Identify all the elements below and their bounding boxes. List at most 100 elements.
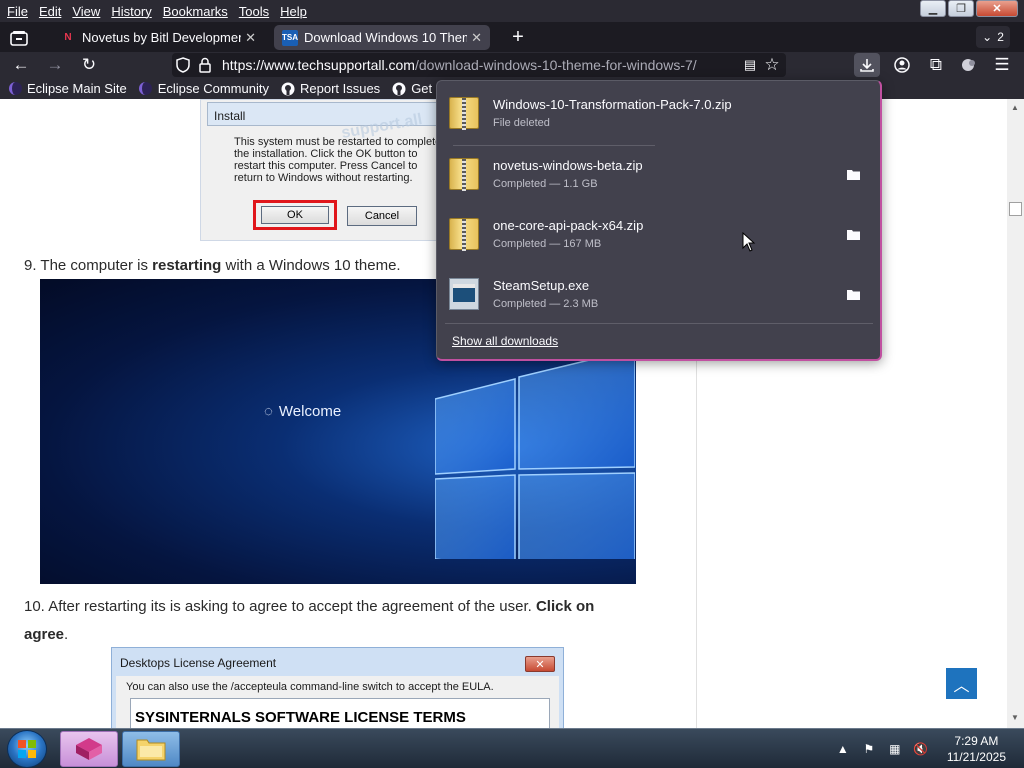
install-dialog-screenshot: Install support.all This system must be … (200, 99, 451, 241)
arrow-right-icon: → (46, 55, 64, 74)
step-text: After restarting its is asking to agree … (48, 598, 536, 615)
new-tab-button[interactable]: + (506, 26, 530, 48)
volume-muted-icon[interactable]: 🔇 (913, 741, 929, 757)
scrollbar-thumb[interactable] (1009, 202, 1022, 216)
zip-file-icon (449, 158, 479, 191)
show-in-folder-button[interactable] (841, 222, 865, 246)
url-bar[interactable]: https://www.techsupportall.com/download-… (172, 53, 786, 77)
account-button[interactable] (889, 53, 915, 77)
menu-help[interactable]: Help (276, 4, 311, 19)
clock-time: 7:29 AM (954, 734, 999, 748)
extensions-button[interactable]: ⧉ (923, 53, 949, 77)
tab-techsupportall[interactable]: TSA Download Windows 10 Theme I ✕ (274, 25, 490, 50)
license-close-icon: ✕ (525, 656, 555, 672)
network-icon[interactable]: ▦ (887, 741, 903, 757)
bookmark-label: Eclipse Main Site (27, 81, 127, 96)
welcome-text: Welcome (278, 403, 342, 420)
app-cube-icon (76, 738, 102, 760)
eclipse-icon (139, 82, 153, 96)
system-tray: ▲ ⚑ ▦ 🔇 7:29 AM 11/21/2025 (835, 729, 1006, 768)
menu-bookmarks[interactable]: Bookmarks (159, 4, 232, 19)
clock[interactable]: 7:29 AM 11/21/2025 (947, 733, 1006, 765)
menu-view[interactable]: View (68, 4, 104, 19)
action-center-flag-icon[interactable]: ⚑ (861, 741, 877, 757)
step-number: 9. (24, 257, 37, 274)
minimize-button[interactable]: ▁ (920, 0, 946, 17)
back-button[interactable]: ← (8, 53, 34, 77)
app-menu-button[interactable]: ☰ (989, 53, 1015, 77)
url-host: https://www.techsupportall.com (222, 57, 415, 73)
show-hidden-icons-icon[interactable]: ▲ (835, 741, 851, 757)
folder-icon (846, 229, 860, 240)
ok-button-highlight: OK (253, 200, 337, 230)
step-text-end: with a Windows 10 theme. (221, 257, 401, 274)
bookmark-eclipse-community[interactable]: Eclipse Community (139, 81, 269, 96)
zip-file-icon (449, 218, 479, 251)
shield-icon[interactable] (172, 57, 194, 73)
bookmark-star-button[interactable]: ☆ (759, 53, 785, 77)
download-item-novetus[interactable]: novetus-windows-beta.zip Completed — 1.1… (445, 146, 875, 202)
bookmark-label: Eclipse Community (157, 81, 269, 96)
minimize-icon: ▁ (928, 3, 938, 15)
install-dialog-message: This system must be restarted to complet… (234, 136, 442, 184)
download-filename: SteamSetup.exe (493, 278, 590, 293)
menu-tools[interactable]: Tools (235, 4, 273, 19)
reload-icon: ↻ (81, 55, 97, 74)
close-tab-icon[interactable]: ✕ (471, 30, 482, 46)
license-note: You can also use the /accepteula command… (126, 681, 494, 693)
download-status: Completed — 1.1 GB (493, 178, 598, 190)
chevron-up-icon: ︿ (953, 677, 970, 695)
zip-file-icon (449, 97, 479, 130)
page-scrollbar[interactable]: ▲ ▼ (1007, 99, 1024, 728)
exe-file-icon (449, 278, 479, 310)
scroll-down-arrow-icon[interactable]: ▼ (1011, 713, 1019, 722)
reload-button[interactable]: ↻ (76, 53, 102, 77)
navigation-toolbar: ← → ↻ https://www.techsupportall.com/dow… (0, 52, 1024, 78)
lock-icon[interactable] (194, 57, 216, 73)
tab-title: Novetus by Bitl Development St (82, 30, 241, 45)
download-item-win10-pack[interactable]: Windows-10-Transformation-Pack-7.0.zip F… (445, 85, 875, 141)
download-item-one-core-api[interactable]: one-core-api-pack-x64.zip Completed — 16… (445, 206, 875, 262)
step-9-text: 9. The computer is restarting with a Win… (24, 252, 401, 280)
bookmark-eclipse-main[interactable]: Eclipse Main Site (8, 81, 127, 96)
windows-start-icon (18, 740, 36, 758)
extension-addon-button[interactable] (956, 53, 982, 77)
show-in-folder-button[interactable] (841, 282, 865, 306)
url-text[interactable]: https://www.techsupportall.com/download-… (222, 57, 697, 73)
spinner-icon: ◌ (264, 403, 273, 420)
menu-edit[interactable]: Edit (35, 4, 65, 19)
github-icon (392, 82, 406, 96)
download-item-steamsetup[interactable]: SteamSetup.exe Completed — 2.3 MB (445, 266, 875, 322)
step-number: 10. (24, 598, 45, 615)
download-status: Completed — 2.3 MB (493, 298, 599, 310)
start-button[interactable] (7, 730, 47, 768)
tab-novetus[interactable]: N Novetus by Bitl Development St ✕ (52, 25, 264, 50)
url-path: /download-windows-10-theme-for-windows-7… (414, 57, 697, 73)
bookmark-report-issues[interactable]: Report Issues (281, 81, 380, 96)
license-dialog-title: Desktops License Agreement (120, 656, 277, 670)
taskbar-app-eclipse[interactable] (60, 731, 118, 767)
reader-view-icon: ▤ (743, 57, 757, 72)
arrow-left-icon: ← (12, 55, 30, 74)
taskbar-app-file-explorer[interactable] (122, 731, 180, 767)
menu-file[interactable]: File (3, 4, 32, 19)
tab-manager-button[interactable] (8, 28, 30, 48)
novetus-favicon-icon: N (64, 32, 72, 43)
scroll-up-arrow-icon[interactable]: ▲ (1011, 103, 1019, 112)
close-tab-icon[interactable]: ✕ (245, 30, 256, 46)
download-status: File deleted (493, 117, 550, 129)
eclipse-icon (8, 82, 22, 96)
menu-history[interactable]: History (107, 4, 155, 19)
scroll-to-top-button[interactable]: ︿ (946, 668, 977, 699)
close-window-button[interactable]: ✕ (976, 0, 1018, 17)
forward-button[interactable]: → (42, 53, 68, 77)
show-all-downloads-link[interactable]: Show all downloads (452, 334, 558, 348)
show-in-folder-button[interactable] (841, 162, 865, 186)
windows-taskbar: ▲ ⚑ ▦ 🔇 7:29 AM 11/21/2025 (0, 728, 1024, 768)
chevron-down-icon: ⌄ (982, 30, 993, 44)
list-all-tabs-button[interactable]: ⌄ 2 (976, 26, 1010, 48)
mouse-cursor-icon (742, 232, 756, 252)
maximize-button[interactable]: ❐ (948, 0, 974, 17)
downloads-button[interactable] (854, 53, 880, 77)
account-icon (894, 57, 910, 73)
